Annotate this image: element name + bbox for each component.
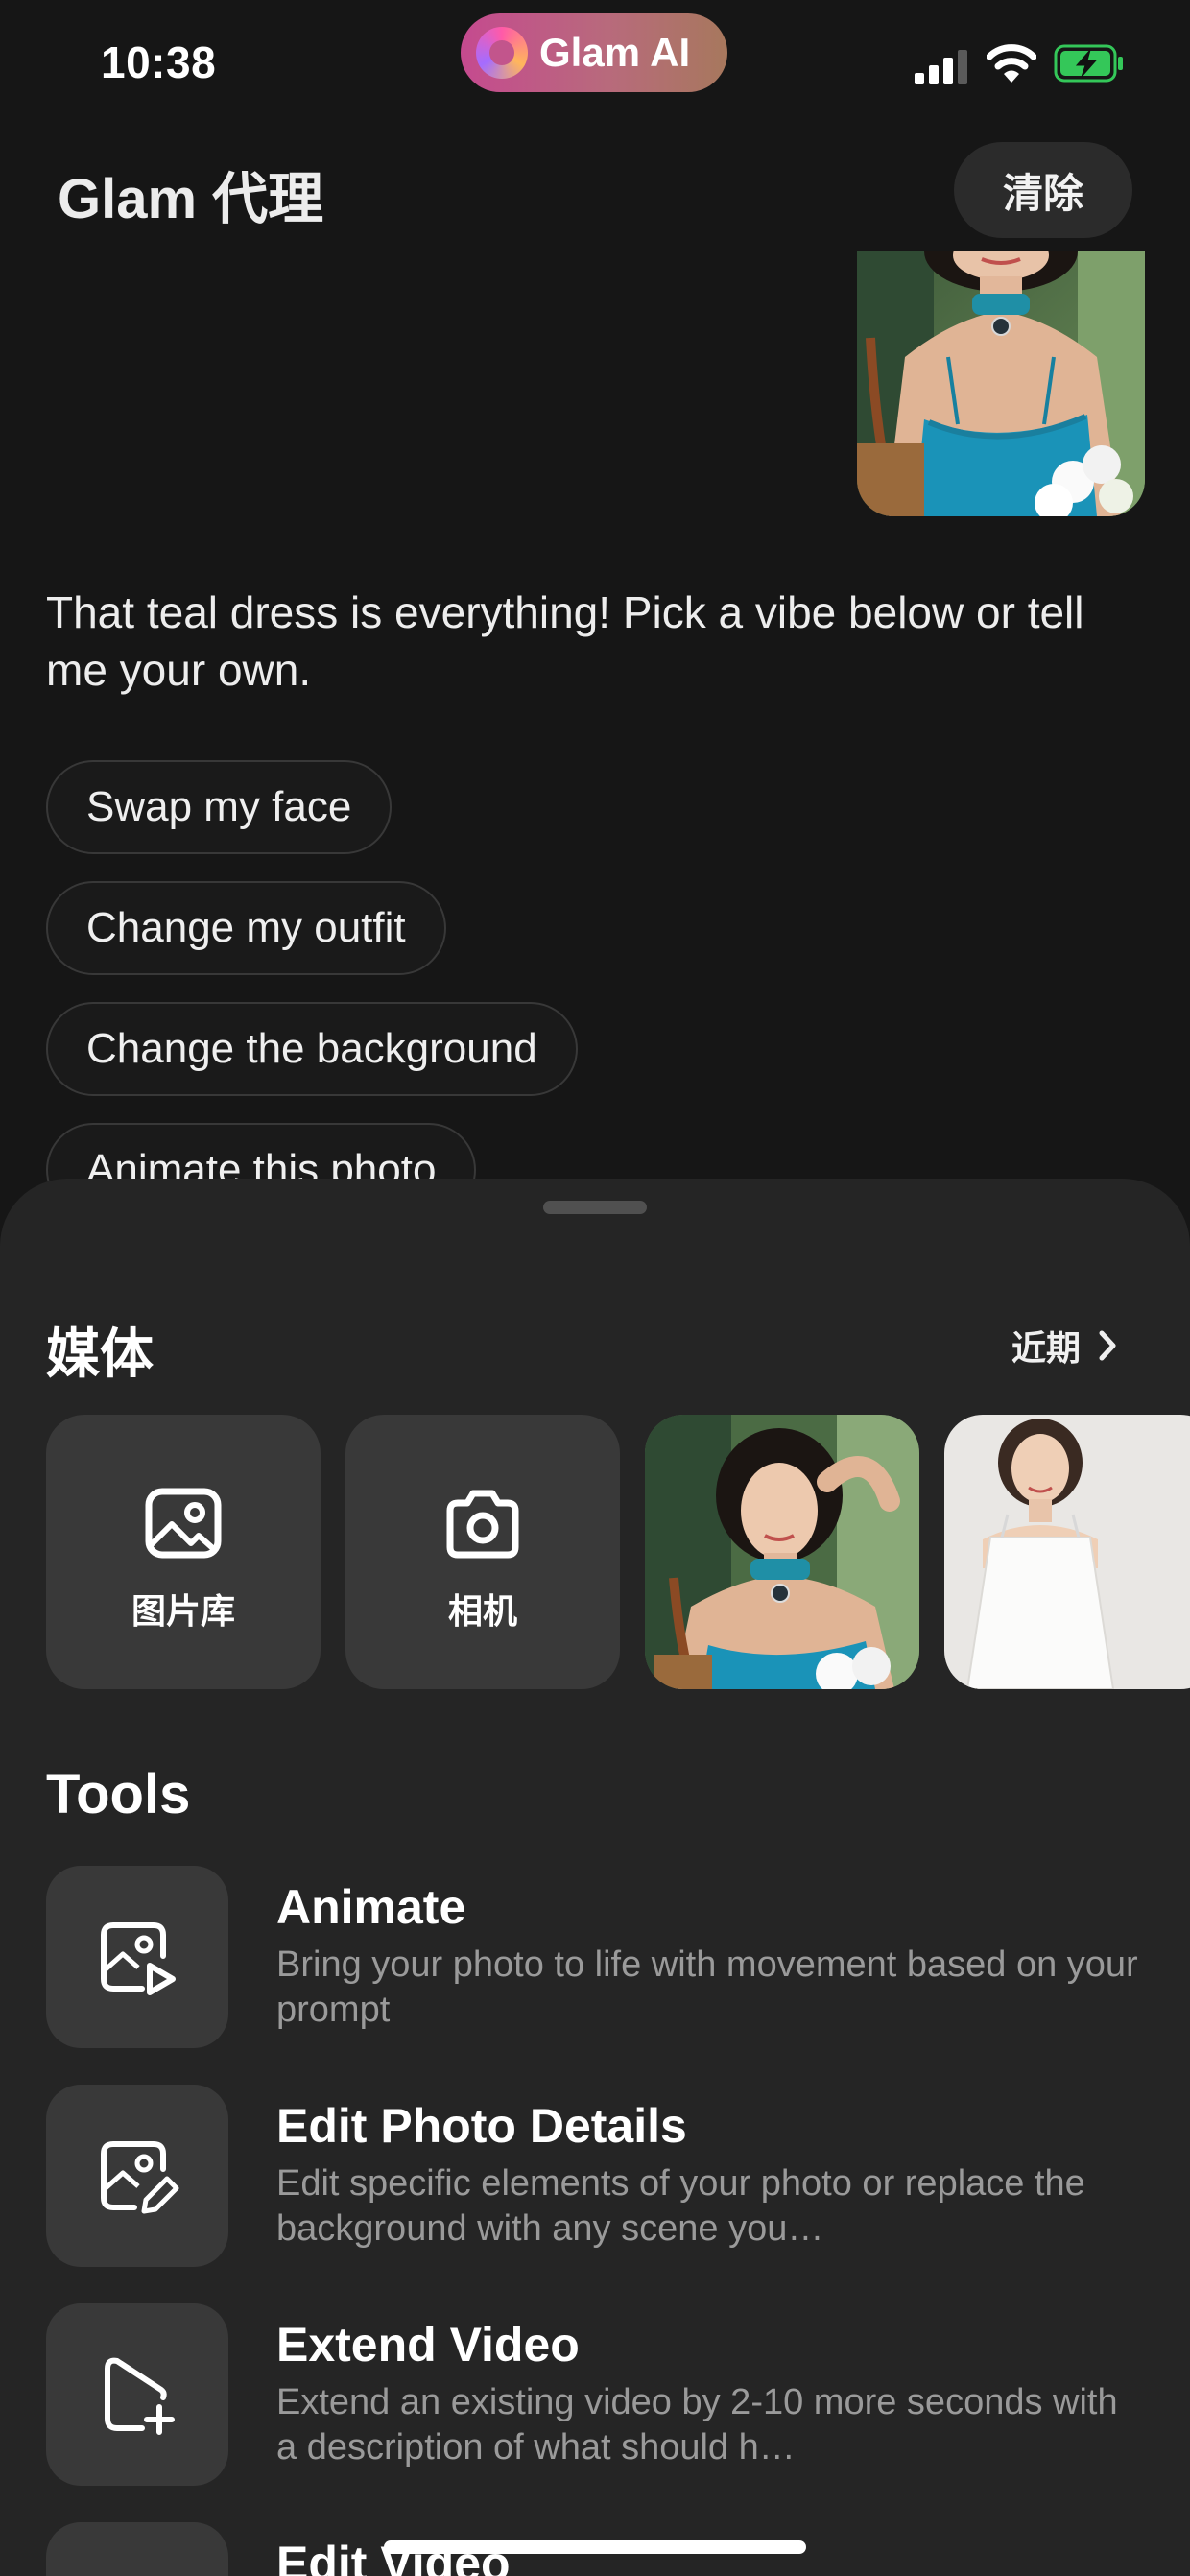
page-title: Glam 代理 [58, 168, 324, 230]
edit-video-icon [94, 2570, 180, 2576]
animate-photo-icon [101, 1922, 176, 1995]
dynamic-island-label: Glam AI [539, 30, 691, 75]
clear-button[interactable]: 清除 [954, 142, 1132, 238]
chevron-right-icon [1099, 1330, 1116, 1361]
tool-name: Animate [276, 1880, 466, 1934]
tool-edit-photo-details[interactable]: Edit Photo Details Edit specific element… [46, 2085, 1140, 2267]
tool-icon-box [46, 1866, 228, 2048]
recent-link[interactable]: 近期 [1012, 1321, 1119, 1371]
gallery-icon [145, 1488, 222, 1559]
home-indicator[interactable] [384, 2540, 806, 2554]
tool-animate[interactable]: Animate Bring your photo to life with mo… [46, 1866, 1140, 2048]
media-section-title: 媒体 [46, 1324, 154, 1386]
tool-icon-box [46, 2085, 228, 2267]
recent-link-label: 近期 [1012, 1329, 1082, 1369]
tool-extend-video[interactable]: Extend Video Extend an existing video by… [46, 2303, 1140, 2486]
suggestion-chip-swap-face[interactable]: Swap my face [46, 760, 393, 854]
recent-photo-thumbnail[interactable] [944, 1415, 1190, 1689]
edit-photo-icon [101, 2141, 179, 2214]
camera-tile[interactable]: 相机 [345, 1415, 620, 1689]
suggestion-chip-change-background[interactable]: Change the background [46, 1002, 578, 1096]
suggestion-chip-change-outfit[interactable]: Change my outfit [46, 881, 446, 975]
camera-icon [446, 1490, 519, 1559]
tool-description: Extend an existing video by 2-10 more se… [276, 2382, 1118, 2468]
sheet-grabber-handle[interactable] [543, 1201, 647, 1214]
dynamic-island[interactable]: Glam AI [461, 13, 727, 92]
camera-tile-label: 相机 [447, 1592, 517, 1632]
bottom-sheet: 媒体 近期 图片库 相机 Tools Animate Bring your ph… [0, 1179, 1190, 2576]
extend-video-icon [105, 2357, 175, 2435]
tools-section-title: Tools [46, 1763, 191, 1825]
tool-name: Edit Photo Details [276, 2099, 687, 2153]
recent-photo-thumbnail[interactable] [645, 1415, 919, 1689]
tool-description: Edit specific elements of your photo or … [276, 2163, 1085, 2249]
tool-icon-box [46, 2522, 228, 2576]
battery-charging-icon [1054, 44, 1123, 83]
tool-icon-box [46, 2303, 228, 2486]
assistant-message: That teal dress is everything! Pick a vi… [46, 587, 1084, 695]
chat-photo[interactable] [857, 251, 1145, 516]
tool-name: Extend Video [276, 2318, 580, 2372]
gallery-tile-label: 图片库 [131, 1592, 235, 1632]
tool-description: Bring your photo to life with movement b… [276, 1944, 1138, 2030]
cellular-signal-icon [915, 50, 967, 84]
gallery-tile[interactable]: 图片库 [46, 1415, 321, 1689]
wifi-icon [987, 44, 1036, 83]
status-time: 10:38 [101, 37, 217, 87]
glam-logo-icon [476, 27, 528, 79]
